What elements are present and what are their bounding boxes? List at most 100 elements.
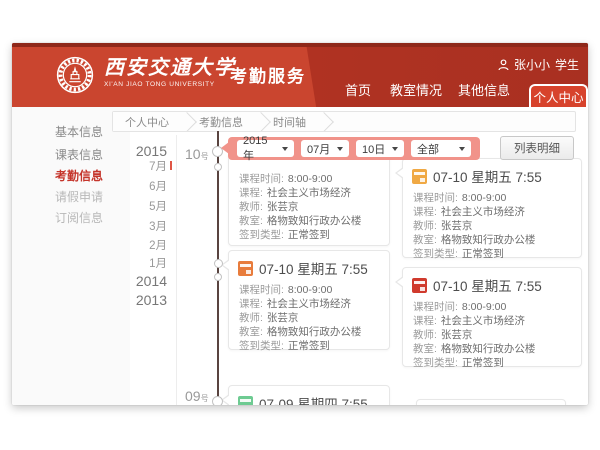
- chevron-down-icon: [459, 147, 465, 151]
- user-name: 张小小: [514, 56, 550, 73]
- year-2013[interactable]: 2013: [136, 292, 167, 308]
- attendance-status-icon: [238, 261, 253, 276]
- timeline-card: 07-10 星期五 7:55 课程时间: 8:00-9:00 课程: 社会主义市场经…: [228, 250, 390, 350]
- column-divider: [176, 135, 177, 405]
- field-value: 格物致知行政办公楼: [267, 326, 362, 338]
- field-label: 签到类型:: [413, 357, 458, 369]
- field-label: 课程:: [413, 315, 437, 327]
- year-2014[interactable]: 2014: [136, 273, 167, 289]
- list-detail-button[interactable]: 列表明细: [500, 136, 574, 160]
- field-label: 教室:: [413, 343, 437, 355]
- timeline-node[interactable]: [214, 259, 223, 268]
- timeline-axis: [217, 131, 219, 405]
- field-value: 格物致知行政办公楼: [267, 215, 362, 227]
- nav-item-other[interactable]: 其他信息: [458, 80, 510, 99]
- field-label: 课程:: [413, 206, 437, 218]
- university-name-cn: 西安交通大学: [104, 57, 236, 79]
- nav-item-classroom[interactable]: 教室情况: [390, 80, 442, 99]
- chevron-down-icon: [337, 147, 343, 151]
- sidebar-item-attendance[interactable]: 考勤信息: [55, 167, 103, 184]
- chevron-down-icon: [392, 147, 398, 151]
- month-jan[interactable]: 1月: [149, 255, 167, 271]
- field-value: 正常签到: [288, 340, 330, 352]
- field-label: 课程时间:: [239, 173, 284, 185]
- field-value: 格物致知行政办公楼: [441, 234, 536, 246]
- field-value: 正常签到: [288, 229, 330, 241]
- day-label-09: 09号: [185, 388, 209, 404]
- field-value: 8:00-9:00: [288, 173, 332, 185]
- timeline-card-partial: [416, 399, 566, 405]
- timeline-node[interactable]: [214, 273, 222, 281]
- month-jun[interactable]: 6月: [149, 178, 167, 194]
- timeline-card: 07-10 星期五 7:55 课程时间:8:00-9:00 课程:社会主义市场经…: [402, 267, 582, 367]
- nav-tab-personal-center[interactable]: 个人中心: [529, 84, 588, 107]
- sidebar-item-timetable[interactable]: 课表信息: [55, 146, 103, 163]
- day-label-10: 10号: [185, 146, 209, 162]
- breadcrumb-personal-center[interactable]: 个人中心: [113, 112, 187, 131]
- month-feb[interactable]: 2月: [149, 237, 167, 253]
- university-seal-icon: [56, 56, 94, 94]
- breadcrumb: 个人中心 考勤信息 时间轴: [112, 111, 576, 132]
- field-value: 社会主义市场经济: [441, 206, 525, 218]
- year-select[interactable]: 2015年: [237, 140, 294, 157]
- selected-month-marker: [170, 161, 172, 170]
- university-name-en: XI'AN JIAO TONG UNIVERSITY: [104, 81, 236, 88]
- filter-bar: 2015年 07月 10日 全部: [228, 137, 480, 160]
- field-label: 教室:: [239, 215, 263, 227]
- attendance-status-icon: [238, 396, 253, 406]
- sidebar-item-leave-request[interactable]: 请假申请: [55, 188, 103, 205]
- field-value: 社会主义市场经济: [267, 298, 351, 310]
- header: 西安交通大学 XI'AN JIAO TONG UNIVERSITY 考勤服务 张…: [12, 43, 588, 107]
- timeline-node[interactable]: [214, 163, 222, 171]
- field-label: 课程时间:: [413, 301, 458, 313]
- field-value: 格物致知行政办公楼: [441, 343, 536, 355]
- timeline-card: 07-09 星期四 7:55: [228, 385, 390, 405]
- year-2015[interactable]: 2015: [136, 143, 167, 159]
- field-label: 教师:: [239, 312, 263, 324]
- field-value: 社会主义市场经济: [441, 315, 525, 327]
- field-label: 课程时间:: [239, 284, 284, 296]
- field-label: 签到类型:: [239, 229, 284, 241]
- card-date: 07-10 星期五 7:55: [433, 275, 542, 295]
- field-label: 课程:: [239, 298, 263, 310]
- user-role: 学生: [555, 56, 579, 73]
- nav-item-home[interactable]: 首页: [345, 80, 371, 99]
- attendance-status-icon: [412, 169, 427, 184]
- month-select[interactable]: 07月: [301, 140, 349, 157]
- field-label: 签到类型:: [239, 340, 284, 352]
- field-value: 张芸京: [267, 312, 299, 324]
- university-name-block: 西安交通大学 XI'AN JIAO TONG UNIVERSITY: [104, 57, 236, 88]
- sidebar-item-basic-info[interactable]: 基本信息: [55, 123, 103, 140]
- field-value: 张芸京: [441, 329, 473, 341]
- user-icon: [498, 59, 509, 71]
- content-area: 基本信息 课表信息 考勤信息 请假申请 订阅信息 个人中心 考勤信息 时间轴 2…: [12, 107, 588, 405]
- timeline-node[interactable]: [212, 396, 223, 405]
- app-window: 西安交通大学 XI'AN JIAO TONG UNIVERSITY 考勤服务 张…: [12, 43, 588, 405]
- user-info[interactable]: 张小小 学生: [498, 56, 579, 73]
- field-value: 8:00-9:00: [288, 284, 332, 296]
- field-label: 教师:: [413, 220, 437, 232]
- field-value: 张芸京: [267, 201, 299, 213]
- timeline-card: 课程时间:8:00-9:00 课程:社会主义市场经济 教师:张芸京 教室:格物致…: [228, 152, 390, 246]
- type-select[interactable]: 全部: [411, 140, 471, 157]
- field-value: 正常签到: [462, 357, 504, 369]
- field-label: 教室:: [413, 234, 437, 246]
- card-date: 07-10 星期五 7:55: [259, 258, 368, 278]
- field-value: 正常签到: [462, 248, 504, 260]
- month-jul[interactable]: 7月: [149, 158, 167, 174]
- day-select[interactable]: 10日: [356, 140, 404, 157]
- field-value: 社会主义市场经济: [267, 187, 351, 199]
- chevron-down-icon: [282, 147, 288, 151]
- card-date: 07-10 星期五 7:55: [433, 166, 542, 186]
- field-label: 签到类型:: [413, 248, 458, 260]
- month-may[interactable]: 5月: [149, 198, 167, 214]
- attendance-status-icon: [412, 278, 427, 293]
- app-title: 考勤服务: [230, 62, 306, 87]
- field-value: 8:00-9:00: [462, 192, 506, 204]
- field-label: 教师:: [413, 329, 437, 341]
- card-date: 07-09 星期四 7:55: [259, 393, 368, 405]
- month-mar[interactable]: 3月: [149, 218, 167, 234]
- breadcrumb-attendance[interactable]: 考勤信息: [187, 112, 261, 131]
- field-label: 教师:: [239, 201, 263, 213]
- sidebar-item-subscription[interactable]: 订阅信息: [55, 209, 103, 226]
